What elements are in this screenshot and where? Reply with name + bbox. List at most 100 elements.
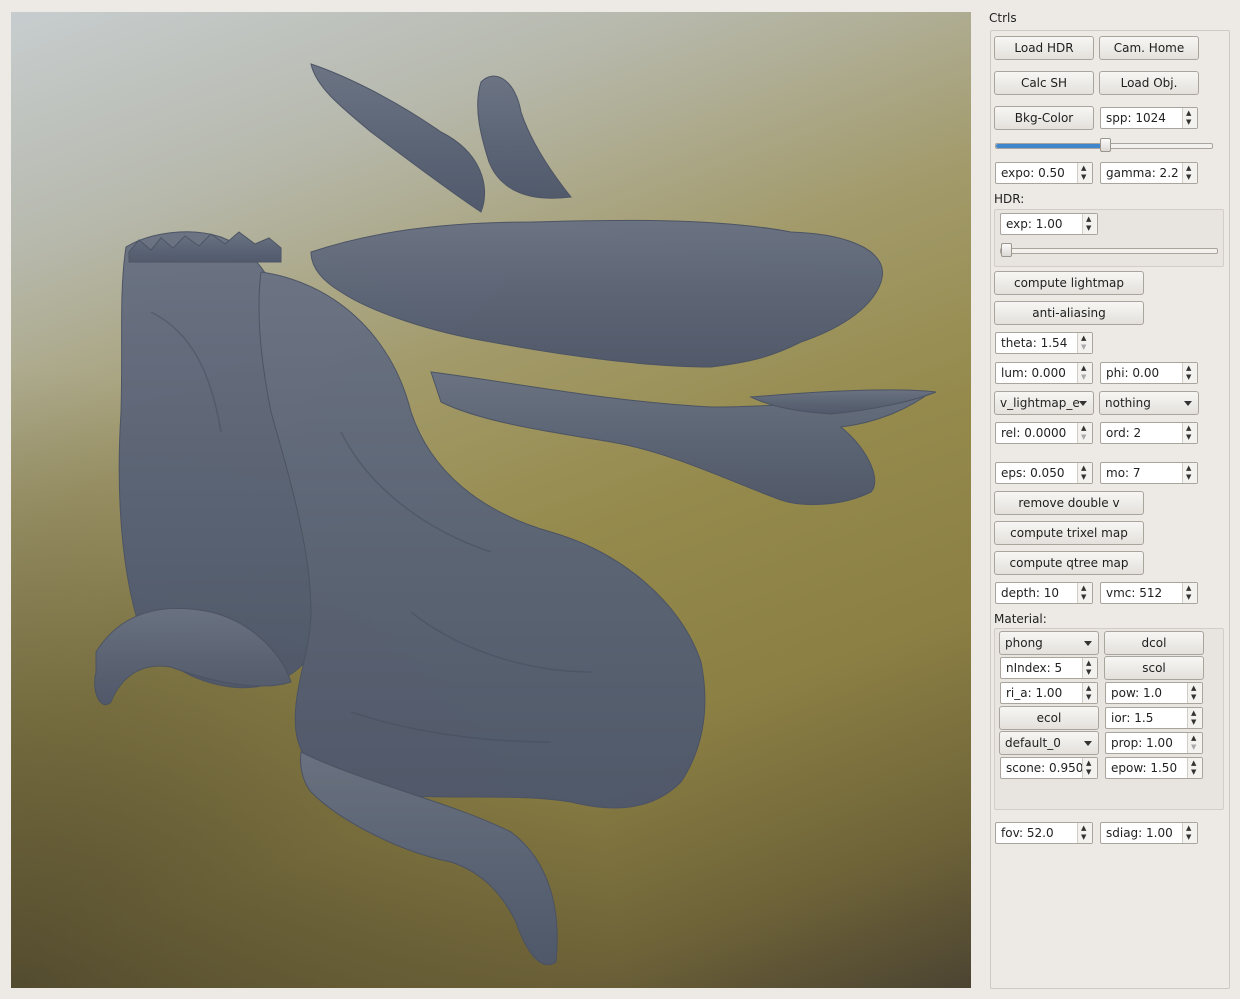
step-up-icon[interactable]: ▲ bbox=[1081, 824, 1086, 832]
depth-spinbox[interactable]: depth: 10 ▲ ▼ bbox=[995, 582, 1093, 604]
step-up-icon[interactable]: ▲ bbox=[1081, 334, 1086, 342]
hdr-exp-stepper[interactable]: ▲ ▼ bbox=[1082, 214, 1097, 234]
compute-lightmap-button[interactable]: compute lightmap bbox=[994, 271, 1144, 295]
compute-trixel-map-button[interactable]: compute trixel map bbox=[994, 521, 1144, 545]
step-up-icon[interactable]: ▲ bbox=[1186, 424, 1191, 432]
nindex-stepper[interactable]: ▲ ▼ bbox=[1082, 658, 1097, 678]
load-obj-button[interactable]: Load Obj. bbox=[1099, 71, 1199, 95]
step-up-icon[interactable]: ▲ bbox=[1186, 164, 1191, 172]
step-down-icon[interactable]: ▼ bbox=[1081, 473, 1086, 481]
step-up-icon[interactable]: ▲ bbox=[1186, 824, 1191, 832]
step-down-icon[interactable]: ▼ bbox=[1086, 693, 1091, 701]
step-down-icon[interactable]: ▼ bbox=[1191, 718, 1196, 726]
step-up-icon[interactable]: ▲ bbox=[1186, 364, 1191, 372]
step-down-icon[interactable]: ▼ bbox=[1081, 373, 1086, 381]
spp-slider-handle[interactable] bbox=[1100, 138, 1111, 152]
depth-stepper[interactable]: ▲ ▼ bbox=[1077, 583, 1092, 603]
compute-qtree-map-button[interactable]: compute qtree map bbox=[994, 551, 1144, 575]
cam-home-button[interactable]: Cam. Home bbox=[1099, 36, 1199, 60]
step-up-icon[interactable]: ▲ bbox=[1081, 424, 1086, 432]
step-up-icon[interactable]: ▲ bbox=[1191, 734, 1196, 742]
expo-spinbox[interactable]: expo: 0.50 ▲ ▼ bbox=[995, 162, 1093, 184]
remove-double-v-button[interactable]: remove double v bbox=[994, 491, 1144, 515]
step-down-icon[interactable]: ▼ bbox=[1081, 833, 1086, 841]
step-up-icon[interactable]: ▲ bbox=[1086, 659, 1091, 667]
fov-stepper[interactable]: ▲ ▼ bbox=[1077, 823, 1092, 843]
anti-aliasing-button[interactable]: anti-aliasing bbox=[994, 301, 1144, 325]
expo-stepper[interactable]: ▲ ▼ bbox=[1077, 163, 1092, 183]
step-down-icon[interactable]: ▼ bbox=[1081, 593, 1086, 601]
calc-sh-button[interactable]: Calc SH bbox=[994, 71, 1094, 95]
sdiag-spinbox[interactable]: sdiag: 1.00 ▲ ▼ bbox=[1100, 822, 1198, 844]
epow-stepper[interactable]: ▲ ▼ bbox=[1187, 758, 1202, 778]
spp-spinbox[interactable]: spp: 1024 ▲ ▼ bbox=[1100, 107, 1198, 129]
step-up-icon[interactable]: ▲ bbox=[1186, 109, 1191, 117]
step-down-icon[interactable]: ▼ bbox=[1191, 743, 1196, 751]
mo-spinbox[interactable]: mo: 7 ▲ ▼ bbox=[1100, 462, 1198, 484]
material-type-select[interactable]: phong bbox=[999, 631, 1099, 655]
bkg-color-button[interactable]: Bkg-Color bbox=[994, 106, 1094, 130]
prop-stepper[interactable]: ▲ ▼ bbox=[1187, 733, 1202, 753]
dcol-button[interactable]: dcol bbox=[1104, 631, 1204, 655]
theta-spinbox[interactable]: theta: 1.54 ▲ ▼ bbox=[995, 332, 1093, 354]
pow-spinbox[interactable]: pow: 1.0 ▲ ▼ bbox=[1105, 682, 1203, 704]
step-down-icon[interactable]: ▼ bbox=[1081, 433, 1086, 441]
step-up-icon[interactable]: ▲ bbox=[1086, 759, 1091, 767]
vmc-stepper[interactable]: ▲ ▼ bbox=[1182, 583, 1197, 603]
gamma-spinbox[interactable]: gamma: 2.2 ▲ ▼ bbox=[1100, 162, 1198, 184]
phi-spinbox[interactable]: phi: 0.00 ▲ ▼ bbox=[1100, 362, 1198, 384]
step-down-icon[interactable]: ▼ bbox=[1086, 768, 1091, 776]
step-up-icon[interactable]: ▲ bbox=[1086, 684, 1091, 692]
hdr-exp-spinbox[interactable]: exp: 1.00 ▲ ▼ bbox=[1000, 213, 1098, 235]
step-up-icon[interactable]: ▲ bbox=[1191, 684, 1196, 692]
ord-stepper[interactable]: ▲ ▼ bbox=[1182, 423, 1197, 443]
scone-spinbox[interactable]: scone: 0.950 ▲ ▼ bbox=[1000, 757, 1098, 779]
rel-stepper[interactable]: ▲ ▼ bbox=[1077, 423, 1092, 443]
prop-spinbox[interactable]: prop: 1.00 ▲ ▼ bbox=[1105, 732, 1203, 754]
ord-spinbox[interactable]: ord: 2 ▲ ▼ bbox=[1100, 422, 1198, 444]
step-down-icon[interactable]: ▼ bbox=[1186, 433, 1191, 441]
step-down-icon[interactable]: ▼ bbox=[1191, 693, 1196, 701]
step-down-icon[interactable]: ▼ bbox=[1186, 593, 1191, 601]
gamma-stepper[interactable]: ▲ ▼ bbox=[1182, 163, 1197, 183]
step-down-icon[interactable]: ▼ bbox=[1186, 473, 1191, 481]
phi-stepper[interactable]: ▲ ▼ bbox=[1182, 363, 1197, 383]
spp-slider[interactable] bbox=[995, 138, 1213, 152]
step-up-icon[interactable]: ▲ bbox=[1191, 759, 1196, 767]
ior-stepper[interactable]: ▲ ▼ bbox=[1187, 708, 1202, 728]
step-up-icon[interactable]: ▲ bbox=[1191, 709, 1196, 717]
theta-stepper[interactable]: ▲ ▼ bbox=[1077, 333, 1092, 353]
rel-spinbox[interactable]: rel: 0.0000 ▲ ▼ bbox=[995, 422, 1093, 444]
step-down-icon[interactable]: ▼ bbox=[1191, 768, 1196, 776]
step-down-icon[interactable]: ▼ bbox=[1086, 224, 1091, 232]
ior-spinbox[interactable]: ior: 1.5 ▲ ▼ bbox=[1105, 707, 1203, 729]
material-name-select[interactable]: default_0 bbox=[999, 731, 1099, 755]
step-down-icon[interactable]: ▼ bbox=[1186, 173, 1191, 181]
step-down-icon[interactable]: ▼ bbox=[1186, 833, 1191, 841]
sdiag-stepper[interactable]: ▲ ▼ bbox=[1182, 823, 1197, 843]
eps-spinbox[interactable]: eps: 0.050 ▲ ▼ bbox=[995, 462, 1093, 484]
step-up-icon[interactable]: ▲ bbox=[1086, 215, 1091, 223]
step-down-icon[interactable]: ▼ bbox=[1186, 118, 1191, 126]
step-up-icon[interactable]: ▲ bbox=[1081, 364, 1086, 372]
step-down-icon[interactable]: ▼ bbox=[1086, 668, 1091, 676]
lum-spinbox[interactable]: lum: 0.000 ▲ ▼ bbox=[995, 362, 1093, 384]
lum-stepper[interactable]: ▲ ▼ bbox=[1077, 363, 1092, 383]
hdr-exp-slider-handle[interactable] bbox=[1001, 243, 1012, 257]
mo-stepper[interactable]: ▲ ▼ bbox=[1182, 463, 1197, 483]
nindex-spinbox[interactable]: nIndex: 5 ▲ ▼ bbox=[1000, 657, 1098, 679]
vmc-spinbox[interactable]: vmc: 512 ▲ ▼ bbox=[1100, 582, 1198, 604]
ri-a-spinbox[interactable]: ri_a: 1.00 ▲ ▼ bbox=[1000, 682, 1098, 704]
scone-stepper[interactable]: ▲ ▼ bbox=[1082, 758, 1097, 778]
step-up-icon[interactable]: ▲ bbox=[1081, 584, 1086, 592]
eps-stepper[interactable]: ▲ ▼ bbox=[1077, 463, 1092, 483]
hdr-exp-slider[interactable] bbox=[1000, 243, 1218, 257]
step-up-icon[interactable]: ▲ bbox=[1081, 164, 1086, 172]
ri-a-stepper[interactable]: ▲ ▼ bbox=[1082, 683, 1097, 703]
pow-stepper[interactable]: ▲ ▼ bbox=[1187, 683, 1202, 703]
step-down-icon[interactable]: ▼ bbox=[1186, 373, 1191, 381]
step-up-icon[interactable]: ▲ bbox=[1186, 464, 1191, 472]
epow-spinbox[interactable]: epow: 1.50 ▲ ▼ bbox=[1105, 757, 1203, 779]
step-up-icon[interactable]: ▲ bbox=[1186, 584, 1191, 592]
step-up-icon[interactable]: ▲ bbox=[1081, 464, 1086, 472]
